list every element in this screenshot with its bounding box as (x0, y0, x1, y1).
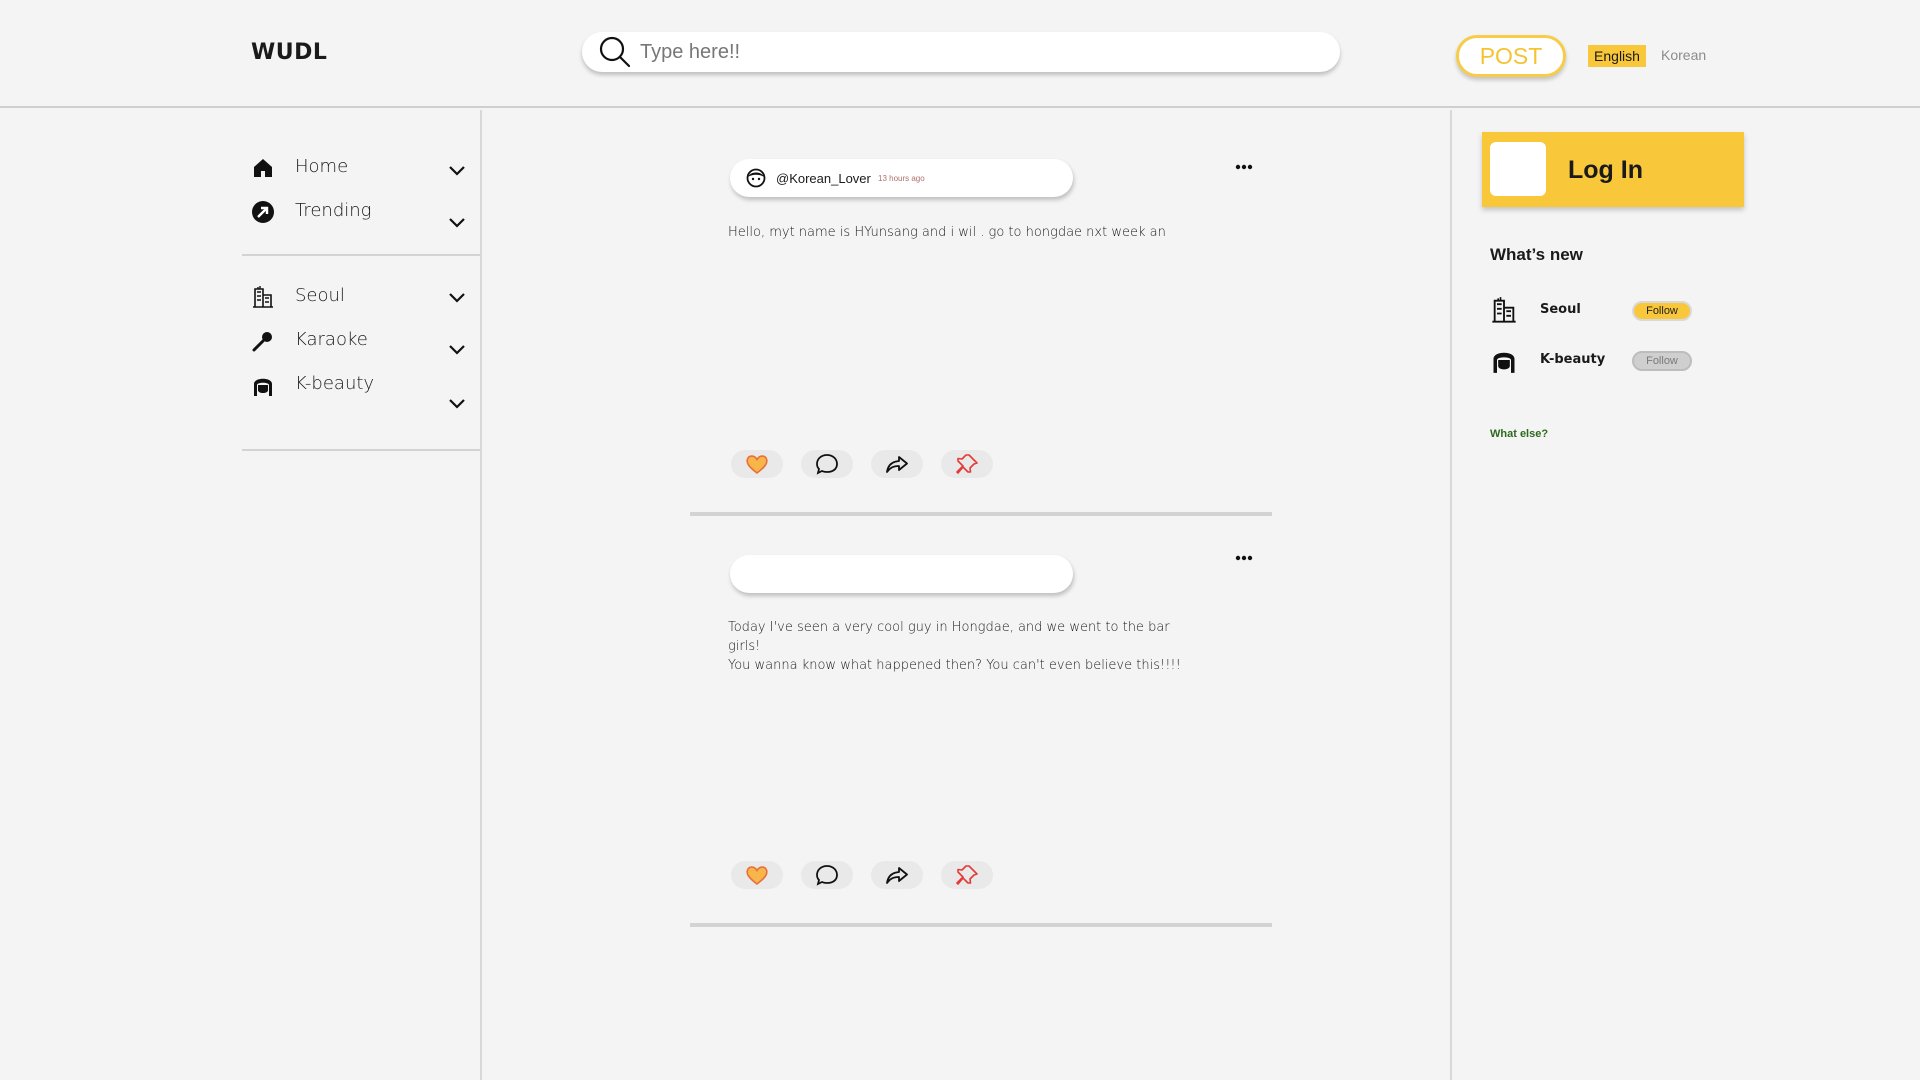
like-button[interactable] (731, 861, 783, 889)
sidebar-item-label: Home (295, 156, 349, 177)
what-else-link[interactable]: What else? (1490, 428, 1548, 440)
post-text: Today I've seen a very cool guy in Hongd… (728, 618, 1188, 675)
home-icon (254, 159, 272, 177)
whats-new-item-seoul: Seoul Follow (1490, 296, 1710, 326)
sidebar-divider (242, 254, 480, 256)
search-input[interactable] (640, 32, 1320, 72)
chevron-down-icon[interactable] (448, 344, 466, 356)
sidebar-item-label: Karaoke (295, 329, 368, 350)
follow-button[interactable]: Follow (1632, 301, 1692, 321)
share-icon (886, 456, 908, 473)
avatar-icon (746, 168, 766, 188)
comment-button[interactable] (801, 861, 853, 889)
chevron-down-icon[interactable] (448, 217, 466, 229)
sidebar-item-seoul[interactable]: Seoul (251, 281, 466, 315)
city-icon (1492, 297, 1516, 323)
sidebar-divider (242, 449, 480, 451)
sidebar-item-karaoke[interactable]: Karaoke (251, 325, 466, 359)
sidebar-item-kbeauty[interactable]: K-beauty (251, 369, 466, 409)
sidebar-item-home[interactable]: Home (251, 152, 466, 186)
whats-new-label[interactable]: K-beauty (1540, 352, 1605, 367)
pin-button[interactable] (941, 861, 993, 889)
post-author-pill[interactable] (730, 555, 1073, 593)
chevron-down-icon[interactable] (448, 292, 466, 304)
app-logo[interactable]: WUDL (251, 40, 327, 65)
login-avatar-placeholder (1490, 142, 1546, 196)
search-icon[interactable] (598, 35, 632, 69)
microphone-icon (252, 332, 272, 352)
pin-button[interactable] (941, 450, 993, 478)
heart-icon (746, 866, 768, 886)
post-text-line: Today I've seen a very cool guy in Hongd… (728, 620, 1170, 654)
post-timestamp: 13 hours ago (878, 174, 925, 183)
post-button[interactable]: POST (1456, 35, 1566, 77)
sidebar-border (480, 110, 482, 1080)
comment-icon (816, 454, 838, 475)
face-icon (1493, 352, 1515, 373)
more-options-icon[interactable] (1234, 162, 1254, 172)
post-divider (690, 512, 1272, 516)
whats-new-title: What’s new (1490, 245, 1583, 264)
share-button[interactable] (871, 861, 923, 889)
post-text-line: Hello, myt name is HYunsang and i wil . … (728, 225, 1166, 240)
chevron-down-icon[interactable] (448, 165, 466, 177)
post-text: Hello, myt name is HYunsang and i wil . … (728, 223, 1188, 242)
login-button[interactable]: Log In (1482, 132, 1744, 207)
language-korean-button[interactable]: Korean (1661, 47, 1706, 63)
search-bar[interactable] (582, 32, 1340, 72)
comment-button[interactable] (801, 450, 853, 478)
pin-icon (956, 865, 978, 885)
chevron-down-icon[interactable] (448, 398, 466, 410)
login-label: Log In (1568, 156, 1643, 184)
share-button[interactable] (871, 450, 923, 478)
sidebar-item-trending[interactable]: Trending (251, 196, 466, 230)
post-text-line: You wanna know what happened then? You c… (728, 658, 1181, 673)
right-panel-border (1450, 110, 1452, 1080)
sidebar-item-label: Trending (295, 200, 372, 221)
whats-new-label[interactable]: Seoul (1540, 302, 1581, 317)
face-icon (254, 378, 272, 396)
post-divider (690, 923, 1272, 927)
heart-icon (746, 455, 768, 475)
pin-icon (956, 454, 978, 474)
sidebar-item-label: Seoul (295, 285, 345, 306)
language-english-button[interactable]: English (1588, 45, 1646, 67)
trending-icon (252, 201, 274, 223)
top-header: WUDL POST English Korean (0, 0, 1920, 108)
sidebar-item-label: K-beauty (295, 373, 375, 394)
city-icon (253, 286, 273, 308)
post-username[interactable]: @Korean_Lover (776, 171, 871, 186)
whats-new-item-kbeauty: K-beauty Follow (1490, 346, 1710, 376)
follow-button[interactable]: Follow (1632, 351, 1692, 371)
like-button[interactable] (731, 450, 783, 478)
share-icon (886, 867, 908, 884)
post-author-pill[interactable]: @Korean_Lover 13 hours ago (730, 159, 1073, 197)
more-options-icon[interactable] (1234, 553, 1254, 563)
comment-icon (816, 865, 838, 886)
